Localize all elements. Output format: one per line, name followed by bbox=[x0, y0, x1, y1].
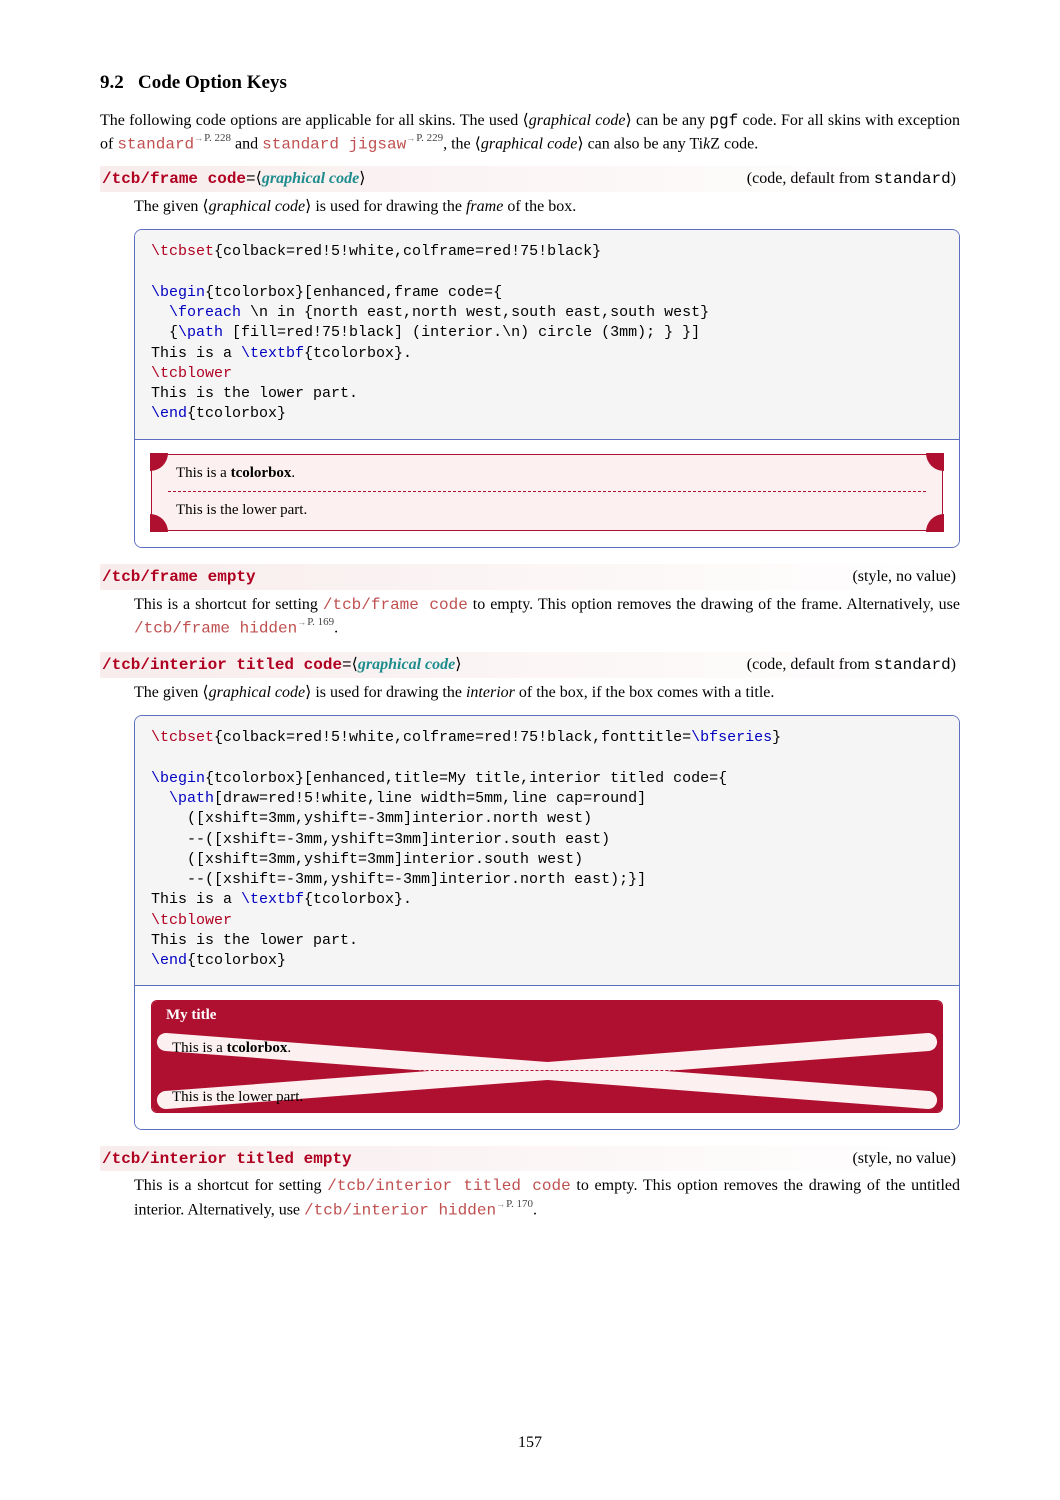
tcb-upper: This is a tcolorbox. bbox=[172, 1038, 291, 1058]
ref-standard-jigsaw-page[interactable]: P. 229 bbox=[406, 132, 443, 144]
corner-dot-icon bbox=[926, 453, 944, 471]
option-key: /tcb/interior titled code bbox=[102, 656, 342, 674]
example-frame-code: \tcbset{colback=red!5!white,colframe=red… bbox=[134, 229, 960, 548]
intro-paragraph: The following code options are applicabl… bbox=[100, 110, 960, 157]
ref-standard[interactable]: standard bbox=[117, 136, 194, 154]
ref-interior-hidden[interactable]: /tcb/interior hidden bbox=[304, 1201, 496, 1219]
render-output-1: This is a tcolorbox. This is the lower p… bbox=[135, 440, 959, 548]
option-interior-titled-code-header: /tcb/interior titled code=⟨graphical cod… bbox=[100, 652, 960, 678]
ref-standard-jigsaw[interactable]: standard jigsaw bbox=[262, 136, 406, 154]
ref-frame-hidden-page[interactable]: P. 169 bbox=[297, 616, 334, 628]
code-listing-2: \tcbset{colback=red!5!white,colframe=red… bbox=[135, 716, 959, 986]
corner-dot-icon bbox=[926, 514, 944, 532]
tcb-upper: This is a tcolorbox. bbox=[176, 463, 918, 483]
ref-frame-code[interactable]: /tcb/frame code bbox=[323, 596, 468, 614]
code-listing-1: \tcbset{colback=red!5!white,colframe=red… bbox=[135, 230, 959, 439]
ref-frame-hidden[interactable]: /tcb/frame hidden bbox=[134, 620, 297, 638]
tcb-lower: This is the lower part. bbox=[172, 1087, 303, 1107]
option-interior-titled-empty-desc: This is a shortcut for setting /tcb/inte… bbox=[134, 1175, 960, 1222]
corner-dot-icon bbox=[150, 453, 168, 471]
ref-standard-page[interactable]: P. 228 bbox=[194, 132, 231, 144]
tcb-lower: This is the lower part. bbox=[176, 500, 918, 520]
option-frame-code-header: /tcb/frame code=⟨graphical code⟩ (code, … bbox=[100, 166, 960, 192]
ref-interior-titled-code[interactable]: /tcb/interior titled code bbox=[327, 1177, 570, 1195]
option-interior-titled-empty-header: /tcb/interior titled empty (style, no va… bbox=[100, 1146, 960, 1172]
option-interior-titled-code-desc: The given ⟨graphical code⟩ is used for d… bbox=[134, 682, 960, 704]
corner-dot-icon bbox=[150, 514, 168, 532]
render-output-2: My title This is a tcolorbox. This is th… bbox=[135, 986, 959, 1128]
section-title: Code Option Keys bbox=[138, 72, 287, 93]
option-frame-empty-header: /tcb/frame empty (style, no value) bbox=[100, 564, 960, 590]
tcb-title: My title bbox=[152, 1001, 942, 1029]
page-number: 157 bbox=[100, 1432, 960, 1454]
option-key: /tcb/interior titled empty bbox=[102, 1149, 352, 1171]
section-heading: 9.2 Code Option Keys bbox=[100, 70, 960, 96]
section-number: 9.2 bbox=[100, 72, 124, 93]
option-key: /tcb/frame code bbox=[102, 170, 246, 188]
ref-interior-hidden-page[interactable]: P. 170 bbox=[496, 1198, 533, 1210]
option-key: /tcb/frame empty bbox=[102, 567, 256, 589]
example-interior-titled: \tcbset{colback=red!5!white,colframe=red… bbox=[134, 715, 960, 1129]
option-frame-empty-desc: This is a shortcut for setting /tcb/fram… bbox=[134, 594, 960, 641]
option-frame-code-desc: The given ⟨graphical code⟩ is used for d… bbox=[134, 196, 960, 218]
